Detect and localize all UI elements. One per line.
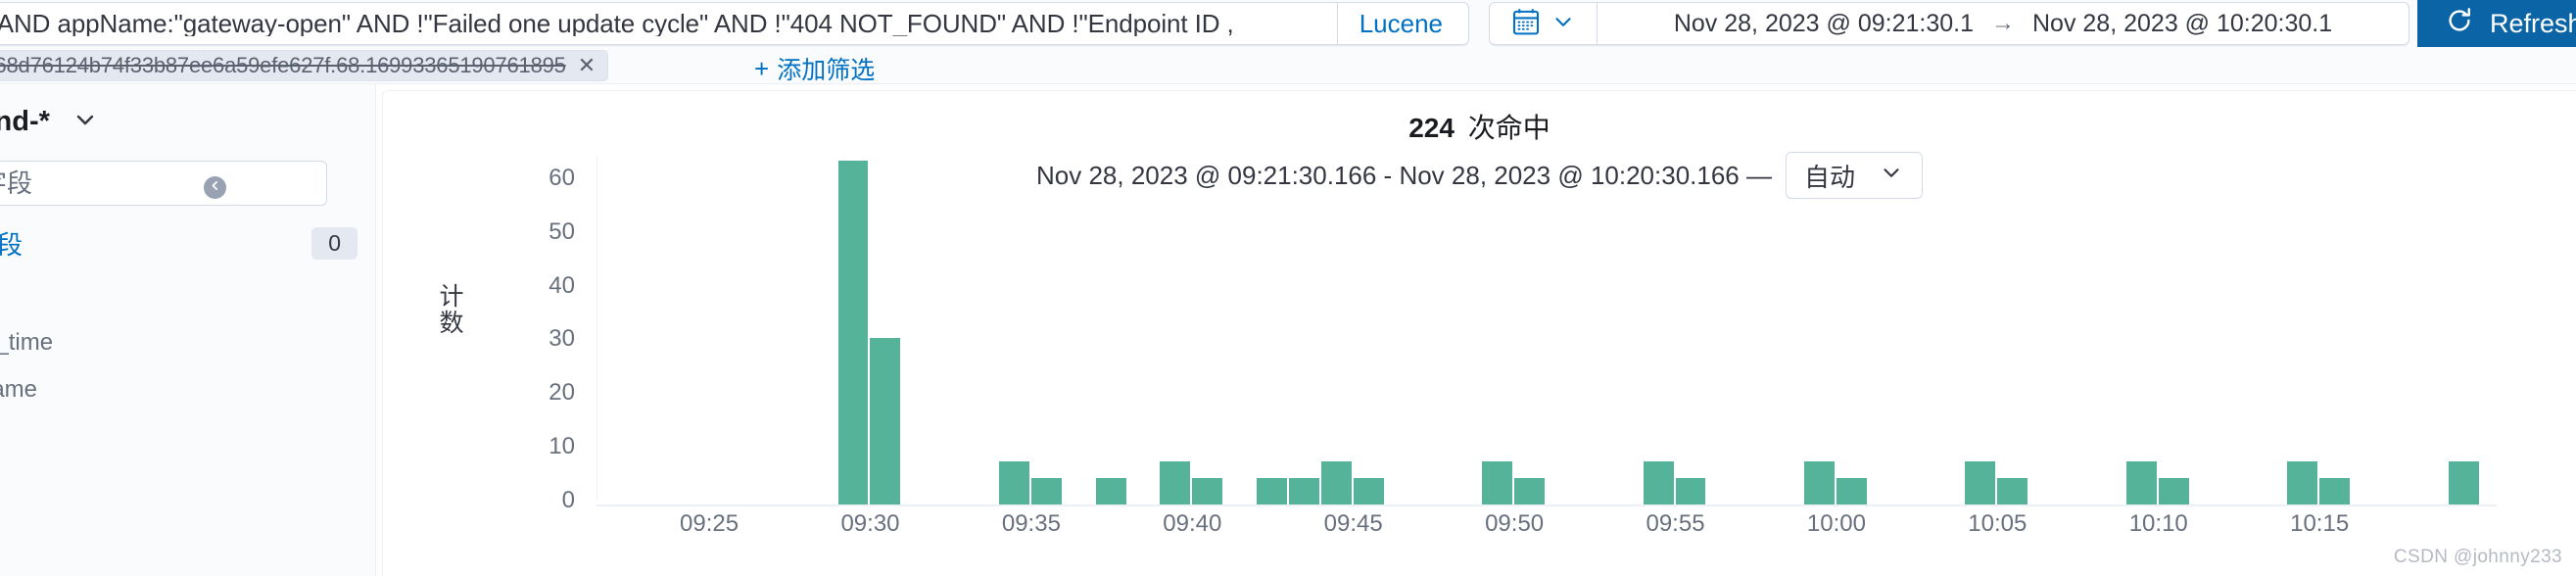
histogram-bar[interactable] — [999, 461, 1029, 504]
histogram-bar[interactable] — [1030, 477, 1062, 504]
query-bar: level:warn AND appName:"gateway-open" AN… — [0, 0, 2576, 47]
histogram-bar[interactable] — [1804, 461, 1835, 504]
y-axis-tick: 50 — [549, 217, 575, 245]
refresh-label: Refresh — [2490, 8, 2576, 38]
histogram-bar[interactable] — [1643, 461, 1674, 504]
histogram-bar[interactable] — [2125, 461, 2157, 504]
histogram-bar[interactable] — [870, 338, 901, 504]
x-axis-tick: 09:50 — [1485, 510, 1545, 537]
x-axis-tick: 09:35 — [1001, 510, 1061, 537]
date-range-display[interactable]: Nov 28, 2023 @ 09:21:30.1 → Nov 28, 2023… — [1598, 10, 2409, 38]
chevron-down-icon — [72, 106, 99, 138]
chevron-down-icon — [1550, 9, 1576, 39]
histogram-bar[interactable] — [2158, 477, 2189, 504]
hits-unit-label: 次命中 — [1467, 113, 1550, 143]
date-end-value[interactable]: Nov 28, 2023 @ 10:20:30.1 — [2032, 10, 2332, 38]
histogram-panel: 224 次命中 Nov 28, 2023 @ 09:21:30.166 - No… — [382, 90, 2576, 576]
x-axis-tick: 09:55 — [1646, 510, 1705, 537]
y-axis-tick: 0 — [561, 487, 575, 513]
close-icon[interactable]: ✕ — [578, 55, 596, 76]
histogram-bar[interactable] — [2448, 461, 2479, 504]
date-range-arrow-icon: → — [1991, 10, 2015, 36]
histogram-bar[interactable] — [1257, 477, 1287, 504]
selected-fields-count-badge: 0 — [311, 226, 358, 260]
x-axis-tick: 10:15 — [2290, 510, 2350, 537]
filter-bar: aceid: 4a68d76124b74f33b87ee6a59efe627f.… — [0, 47, 2576, 84]
y-axis-tick: 20 — [549, 379, 575, 407]
histogram-bar[interactable] — [1836, 477, 1867, 504]
date-quick-select-button[interactable] — [1490, 3, 1598, 44]
histogram-bar[interactable] — [1482, 461, 1513, 504]
search-input[interactable] — [0, 167, 314, 200]
histogram-bar[interactable] — [1160, 461, 1191, 504]
y-axis-tick: 10 — [549, 433, 575, 460]
y-axis-tick: 60 — [549, 164, 575, 191]
sidebar-field-item[interactable]: Name — [0, 376, 37, 404]
watermark: CSDN @johnny233 — [2393, 547, 2562, 567]
y-axis-tick: 40 — [549, 271, 575, 299]
histogram-bar[interactable] — [1353, 477, 1384, 504]
histogram-bar[interactable] — [1675, 477, 1706, 504]
histogram-bar[interactable] — [1320, 461, 1352, 504]
y-axis-title: 计数 — [436, 283, 463, 336]
histogram-bar[interactable] — [837, 161, 869, 504]
selected-fields-label: 选字段 — [0, 229, 24, 260]
date-start-value[interactable]: Nov 28, 2023 @ 09:21:30.1 — [1674, 10, 1974, 38]
x-axis-tick: 10:00 — [1806, 510, 1866, 537]
filter-pill[interactable]: aceid: 4a68d76124b74f33b87ee6a59efe627f.… — [0, 50, 609, 81]
hits-count: 224 — [1408, 113, 1455, 143]
histogram-bar[interactable] — [2319, 477, 2351, 504]
histogram-bar[interactable] — [1095, 477, 1126, 504]
histogram-bar[interactable] — [1997, 477, 2028, 504]
query-input-container[interactable]: level:warn AND appName:"gateway-open" AN… — [0, 2, 1469, 45]
add-filter-label: 添加筛选 — [777, 57, 876, 84]
calendar-icon — [1511, 7, 1541, 41]
histogram-bar[interactable] — [1514, 477, 1545, 504]
x-axis-line — [596, 504, 2497, 506]
histogram-bar[interactable] — [1965, 461, 1996, 504]
y-axis-tick: 30 — [549, 325, 575, 353]
histogram-bar[interactable] — [1192, 477, 1223, 504]
kibana-discover-page: level:warn AND appName:"gateway-open" AN… — [0, 0, 2576, 576]
field-sidebar: ackend-* 选字段 0 ess_time Name l — [0, 84, 376, 576]
query-input[interactable]: level:warn AND appName:"gateway-open" AN… — [0, 11, 1337, 36]
refresh-icon — [2445, 6, 2474, 42]
x-axis-tick: 09:40 — [1163, 510, 1222, 537]
histogram-plot[interactable]: 计数 0 10 20 30 40 50 60 09:25 09:30 09:35 09:40 09:4… — [436, 156, 2497, 537]
x-axis-tick: 09:30 — [840, 510, 900, 537]
sidebar-field-item[interactable]: ess_time — [0, 329, 53, 357]
plus-icon: + — [754, 53, 770, 83]
index-pattern-label: ackend-* — [0, 106, 50, 137]
chevron-left-icon — [209, 179, 221, 196]
histogram-bar[interactable] — [2287, 461, 2318, 504]
collapse-sidebar-button[interactable] — [204, 176, 226, 199]
bar-series — [596, 161, 2497, 504]
selected-fields-section[interactable]: 选字段 0 — [0, 223, 358, 263]
x-axis-tick: 09:25 — [680, 510, 739, 537]
filter-pill-label: aceid: 4a68d76124b74f33b87ee6a59efe627f.… — [0, 53, 566, 77]
query-language-switcher[interactable]: Lucene — [1336, 2, 1468, 45]
x-axis-tick: 10:05 — [1968, 510, 2027, 537]
date-picker[interactable]: Nov 28, 2023 @ 09:21:30.1 → Nov 28, 2023… — [1489, 2, 2409, 45]
add-filter-button[interactable]: + 添加筛选 — [754, 51, 875, 86]
histogram-bar[interactable] — [1288, 477, 1319, 504]
x-axis-tick: 10:10 — [2128, 510, 2188, 537]
field-search-container[interactable] — [0, 161, 327, 206]
refresh-button[interactable]: Refresh — [2417, 0, 2576, 47]
index-pattern-selector[interactable]: ackend-* — [0, 106, 99, 138]
hits-title: 224 次命中 — [383, 107, 2576, 146]
x-axis-tick: 09:45 — [1323, 510, 1383, 537]
